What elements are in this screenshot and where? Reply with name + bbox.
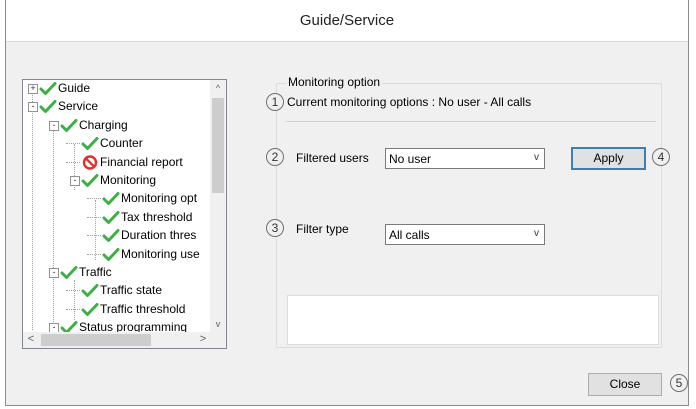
forbidden-icon [81, 154, 99, 171]
scroll-up-icon[interactable]: ^ [210, 80, 226, 96]
collapse-icon[interactable]: - [70, 176, 80, 186]
check-icon [81, 301, 99, 318]
check-icon [102, 227, 120, 244]
tree-node[interactable]: Counter [23, 135, 211, 152]
check-icon [60, 264, 78, 281]
tree-connector [87, 235, 101, 237]
check-icon [102, 190, 120, 207]
tree-node-label: Charging [79, 117, 128, 132]
callout-4: 4 [652, 148, 670, 166]
tree-node[interactable]: - Status programming [23, 319, 211, 332]
chevron-down-icon: v [534, 152, 539, 163]
tree-node-label: Financial report [100, 154, 183, 169]
tree-node[interactable]: Tax threshold [23, 209, 211, 226]
current-monitoring-text: Current monitoring options : No user - A… [287, 95, 532, 109]
filter-type-value: All calls [389, 228, 430, 242]
check-icon [39, 98, 57, 115]
scroll-corner [210, 332, 226, 348]
tree-node-label: Duration thres [121, 228, 197, 243]
vertical-scroll-thumb[interactable] [212, 98, 224, 193]
check-icon [39, 80, 57, 97]
tree-node[interactable]: Duration thres [23, 227, 211, 244]
tree-connector [66, 308, 80, 310]
scroll-left-icon[interactable]: < [23, 332, 39, 348]
scroll-right-icon[interactable]: > [195, 332, 211, 348]
tree-node[interactable]: - Service [23, 98, 211, 115]
collapse-icon[interactable]: - [49, 120, 59, 131]
tree-connector [87, 198, 101, 200]
tree-connector [87, 216, 101, 218]
tree-node-label: Status programming [79, 320, 188, 332]
tree-node-label: Counter [100, 136, 143, 151]
scroll-down-icon[interactable]: v [210, 316, 226, 332]
tree-node-label: Traffic state [100, 283, 163, 298]
divider [286, 121, 656, 122]
window-title: Guide/Service [299, 12, 395, 29]
callout-3: 3 [266, 219, 284, 237]
tree-connector [66, 161, 80, 163]
tree-content: + Guide - Service - Charging Counter Financial … [23, 80, 211, 332]
tree-vertical-scrollbar[interactable]: ^ v [210, 80, 226, 332]
filtered-users-value: No user [389, 152, 432, 166]
callout-5: 5 [670, 374, 688, 392]
tree-node-label: Monitoring opt [121, 191, 198, 206]
tree-node-label: Guide [58, 81, 91, 95]
tree-node[interactable]: Traffic state [23, 282, 211, 299]
callout-2: 2 [266, 148, 284, 166]
group-title: Monitoring option [286, 75, 383, 89]
collapse-icon[interactable]: - [49, 323, 59, 332]
title-bar: Guide/Service [6, 0, 688, 42]
tree-node-label: Traffic threshold [100, 301, 186, 316]
filtered-users-label: Filtered users [296, 151, 369, 165]
check-icon [102, 209, 120, 226]
tree-node[interactable]: + Guide [23, 80, 211, 97]
check-icon [60, 117, 78, 134]
status-text-area[interactable] [287, 295, 659, 345]
collapse-icon[interactable]: - [49, 268, 59, 278]
tree-node[interactable]: - Traffic [23, 264, 211, 281]
filter-type-label: Filter type [296, 222, 349, 236]
apply-button[interactable]: Apply [571, 147, 646, 170]
collapse-icon[interactable]: - [28, 102, 38, 113]
filtered-users-dropdown[interactable]: No user v [385, 148, 545, 169]
callout-1: 1 [266, 93, 284, 111]
tree-node-label: Tax threshold [121, 209, 193, 224]
tree-node[interactable]: Financial report [23, 154, 211, 171]
close-button[interactable]: Close [588, 373, 662, 396]
tree-node-label: Monitoring [100, 173, 157, 187]
tree-node[interactable]: - Charging [23, 117, 211, 134]
tree-connector [87, 253, 101, 255]
tree-connector [66, 290, 80, 292]
check-icon [81, 135, 99, 152]
filter-type-dropdown[interactable]: All calls v [385, 224, 545, 245]
tree-horizontal-scrollbar[interactable]: < > [23, 332, 211, 348]
check-icon [81, 282, 99, 299]
check-icon [60, 319, 78, 332]
tree-node[interactable]: Traffic threshold [23, 301, 211, 318]
tree-node-label: Service [58, 99, 99, 114]
expand-icon[interactable]: + [28, 84, 38, 94]
tree-node-label: Monitoring use [121, 246, 200, 261]
tree-node[interactable]: - Monitoring [23, 172, 211, 189]
tree-node[interactable]: Monitoring use [23, 246, 211, 263]
check-icon [81, 172, 99, 189]
tree-node[interactable]: Monitoring opt [23, 190, 211, 207]
service-tree[interactable]: + Guide - Service - Charging Counter Financial … [22, 79, 227, 349]
tree-connector [66, 143, 80, 145]
horizontal-scroll-thumb[interactable] [41, 334, 151, 346]
check-icon [102, 246, 120, 263]
chevron-down-icon: v [534, 228, 539, 239]
tree-node-label: Traffic [79, 265, 112, 279]
